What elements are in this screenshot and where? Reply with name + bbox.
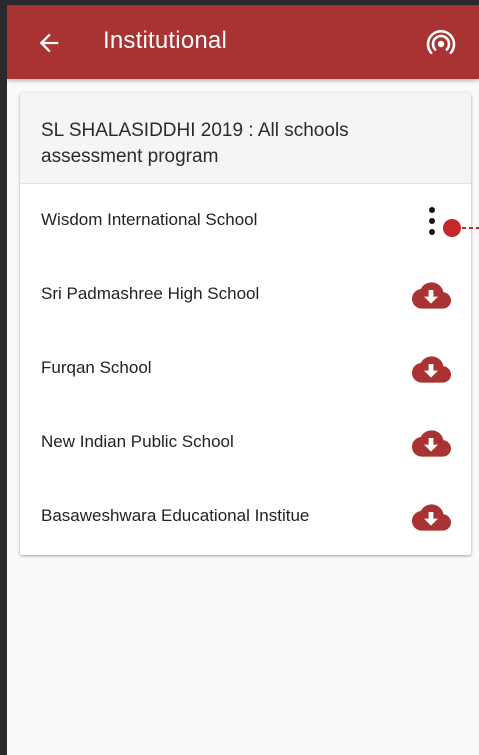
more-options-icon[interactable] bbox=[422, 204, 442, 238]
wifi-sync-icon[interactable] bbox=[426, 28, 456, 58]
arrow-back-icon[interactable] bbox=[35, 29, 63, 57]
program-card: SL SHALASIDDHI 2019 : All schools assess… bbox=[20, 93, 471, 555]
school-name: Sri Padmashree High School bbox=[41, 284, 260, 303]
cloud-download-icon[interactable] bbox=[411, 354, 451, 384]
app-bar: Institutional bbox=[7, 5, 479, 79]
school-row[interactable]: New Indian Public School bbox=[20, 406, 471, 480]
program-card-header: SL SHALASIDDHI 2019 : All schools assess… bbox=[20, 93, 471, 184]
cloud-download-icon[interactable] bbox=[411, 280, 451, 310]
cloud-download-icon[interactable] bbox=[411, 502, 451, 532]
school-row[interactable]: Wisdom International School bbox=[20, 184, 471, 258]
app-screen: Institutional SL SHALASIDDHI 2019 : All … bbox=[7, 5, 479, 755]
program-title: SL SHALASIDDHI 2019 : All schools assess… bbox=[41, 120, 349, 167]
page-title: Institutional bbox=[103, 27, 228, 54]
school-name: Basaweshwara Educational Institue bbox=[41, 506, 310, 525]
cloud-download-icon[interactable] bbox=[411, 428, 451, 458]
school-row[interactable]: Sri Padmashree High School bbox=[20, 258, 471, 332]
school-name: Wisdom International School bbox=[41, 210, 258, 229]
school-row[interactable]: Basaweshwara Educational Institue bbox=[20, 480, 471, 554]
school-name: New Indian Public School bbox=[41, 432, 234, 451]
school-name: Furqan School bbox=[41, 358, 152, 377]
school-row[interactable]: Furqan School bbox=[20, 332, 471, 406]
tutorial-pointer-icon bbox=[443, 219, 479, 237]
